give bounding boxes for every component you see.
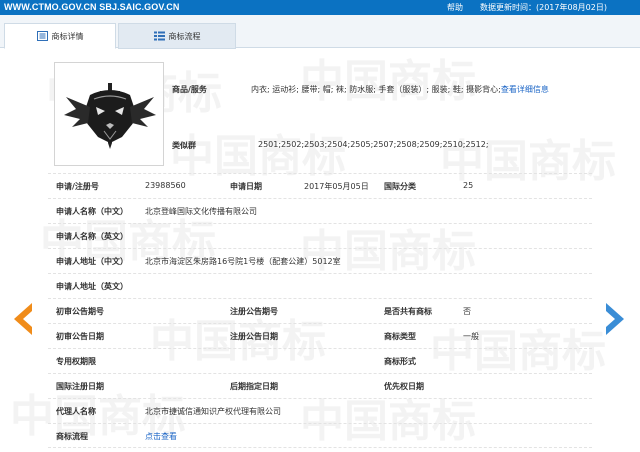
field-label: 申请人地址（中文） <box>56 257 128 266</box>
table-row: 国际注册日期 后期指定日期 优先权日期 <box>48 373 592 398</box>
field-label: 初审公告日期 <box>56 332 104 341</box>
field-label: 申请人地址（英文） <box>56 282 128 291</box>
field-label: 申请日期 <box>230 182 262 191</box>
table-row: 申请人地址（英文） <box>48 273 592 298</box>
list-icon <box>36 31 48 41</box>
goods-services-label: 商品/服务 <box>172 85 207 94</box>
field-label: 专用权期限 <box>56 357 96 366</box>
table-row: 初审公告日期 注册公告日期 商标类型 一般 <box>48 323 592 348</box>
site-domains: WWW.CTMO.GOV.CN SBJ.SAIC.GOV.CN <box>4 2 180 12</box>
table-row: 申请人名称（英文） <box>48 223 592 248</box>
table-row: 商标流程 点击查看 <box>48 423 592 448</box>
field-label: 商标形式 <box>384 357 416 366</box>
goods-services-text: 内衣; 运动衫; 腰带; 帽; 袜; 防水服; 手套（服装）; 服装; 鞋; 摄… <box>251 85 501 94</box>
tab-trademark-flow[interactable]: 商标流程 <box>118 23 236 49</box>
view-details-link[interactable]: 查看详细信息 <box>501 85 549 94</box>
goods-services-value: 内衣; 运动衫; 腰带; 帽; 袜; 防水服; 手套（服装）; 服装; 鞋; 摄… <box>251 84 549 95</box>
similar-group-label: 类似群 <box>172 141 196 150</box>
table-row: 申请人名称（中文） 北京登峰国际文化传播有限公司 <box>48 198 592 223</box>
field-label: 初审公告期号 <box>56 307 104 316</box>
prev-record-button[interactable] <box>14 303 34 335</box>
trademark-type: 一般 <box>463 332 479 341</box>
application-date: 2017年05月05日 <box>304 182 369 191</box>
shared-trademark: 否 <box>463 307 471 316</box>
registration-number: 23988560 <box>145 181 186 190</box>
tab-bar: 商标详情 商标流程 <box>0 15 640 49</box>
field-label: 注册公告期号 <box>230 307 278 316</box>
view-flow-link[interactable]: 点击查看 <box>145 431 177 442</box>
trademark-detail-card: 商品/服务 内衣; 运动衫; 腰带; 帽; 袜; 防水服; 手套（服装）; 服装… <box>48 48 592 452</box>
field-label: 商标流程 <box>56 432 88 441</box>
field-label: 代理人名称 <box>56 407 96 416</box>
applicant-address-cn: 北京市海淀区朱房路16号院1号楼（配套公建）5012室 <box>145 257 341 266</box>
agent-name: 北京市捷诚信通知识产权代理有限公司 <box>145 407 281 416</box>
field-label: 申请人名称（中文） <box>56 207 128 216</box>
field-label: 后期指定日期 <box>230 382 278 391</box>
table-row: 代理人名称 北京市捷诚信通知识产权代理有限公司 <box>48 398 592 423</box>
field-label: 申请/注册号 <box>56 182 99 191</box>
applicant-name-cn: 北京登峰国际文化传播有限公司 <box>145 207 257 216</box>
field-label: 国际分类 <box>384 182 416 191</box>
help-link[interactable]: 帮助 <box>447 2 463 13</box>
grid-icon <box>153 31 165 41</box>
trademark-image <box>54 62 164 166</box>
next-record-button[interactable] <box>604 303 624 335</box>
field-label: 优先权日期 <box>384 382 424 391</box>
similar-group-value: 2501;2502;2503;2504;2505;2507;2508;2509;… <box>258 140 489 149</box>
data-update-time: 数据更新时间：(2017年08月02日) <box>480 3 607 12</box>
top-bar: WWW.CTMO.GOV.CN SBJ.SAIC.GOV.CN 帮助 数据更新时… <box>0 0 640 15</box>
table-row: 专用权期限 商标形式 <box>48 348 592 373</box>
field-label: 国际注册日期 <box>56 382 104 391</box>
table-row: 初审公告期号 注册公告期号 是否共有商标 否 <box>48 298 592 323</box>
field-label: 商标类型 <box>384 332 416 341</box>
tab-label: 商标流程 <box>168 31 201 41</box>
chevron-left-icon <box>14 303 32 335</box>
trademark-logo <box>64 83 156 149</box>
international-class: 25 <box>463 181 474 190</box>
field-label: 申请人名称（英文） <box>56 232 128 241</box>
field-label: 注册公告日期 <box>230 332 278 341</box>
tab-trademark-detail[interactable]: 商标详情 <box>4 23 116 49</box>
detail-table: 申请/注册号 23988560 申请日期 2017年05月05日 国际分类 25… <box>48 173 592 448</box>
table-row: 申请/注册号 23988560 申请日期 2017年05月05日 国际分类 25 <box>48 173 592 198</box>
field-label: 是否共有商标 <box>384 307 432 316</box>
tab-label: 商标详情 <box>51 31 84 41</box>
table-row: 申请人地址（中文） 北京市海淀区朱房路16号院1号楼（配套公建）5012室 <box>48 248 592 273</box>
chevron-right-icon <box>606 303 624 335</box>
